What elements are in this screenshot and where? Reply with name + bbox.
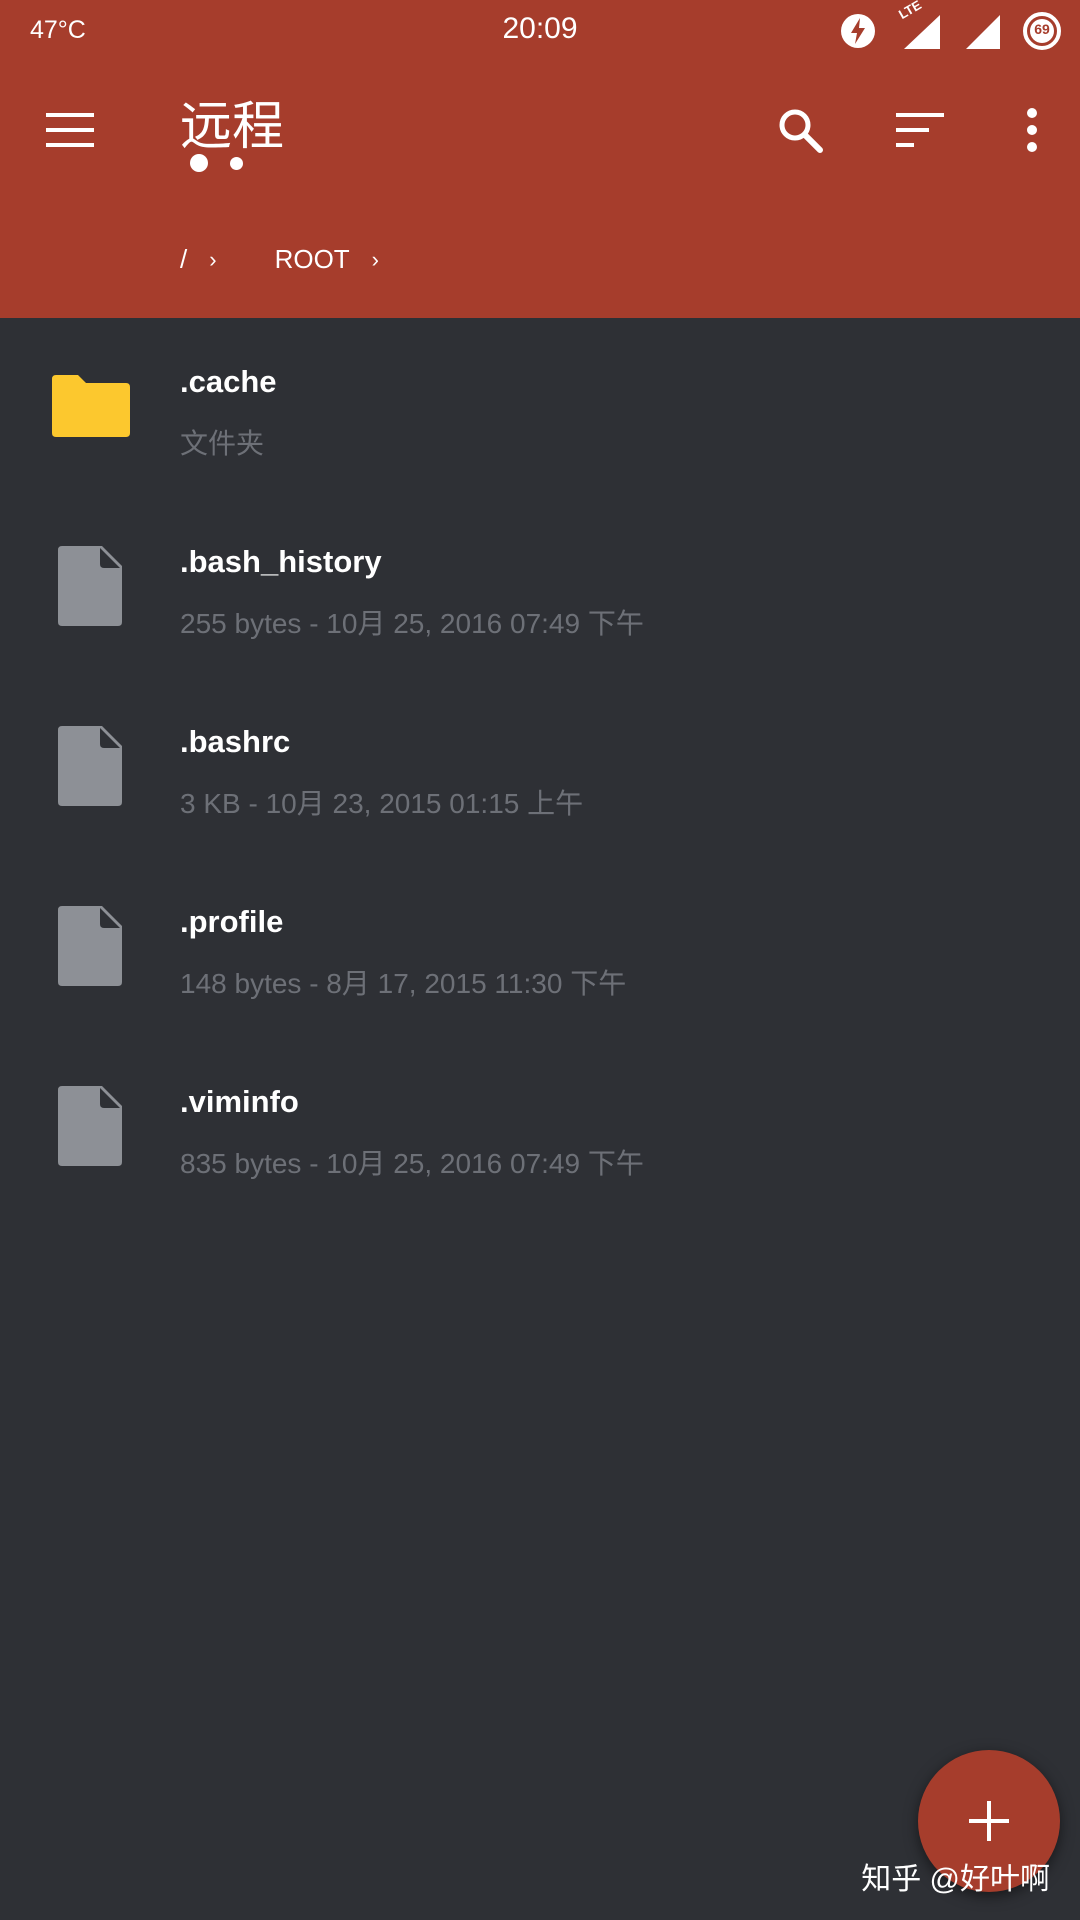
sort-icon: [896, 113, 944, 147]
battery-level: 69: [1034, 21, 1050, 37]
page-dot[interactable]: [230, 156, 243, 170]
list-item[interactable]: .profile 148 bytes - 8月 17, 2015 11:30 下…: [0, 858, 1080, 1038]
page-title: 远程: [180, 98, 285, 156]
more-vert-icon: [1027, 108, 1037, 152]
file-name: .viminfo: [180, 1084, 299, 1119]
file-list: .cache 文件夹 .bash_history 255 bytes - 10月…: [0, 318, 1080, 1218]
chevron-right-icon: ›: [209, 246, 217, 272]
list-item[interactable]: .bashrc 3 KB - 10月 23, 2015 01:15 上午: [0, 678, 1080, 858]
file-meta: 148 bytes - 8月 17, 2015 11:30 下午: [180, 968, 627, 999]
more-options-button[interactable]: [1000, 98, 1064, 162]
file-name: .bashrc: [180, 724, 291, 759]
breadcrumb-root-slash[interactable]: / ›: [180, 244, 217, 275]
menu-button[interactable]: [36, 100, 104, 160]
search-button[interactable]: [768, 98, 832, 162]
sort-button[interactable]: [888, 98, 952, 162]
app-bar: 47°C 20:09 LTE 69 远程 / › ROOT ›: [0, 0, 1080, 318]
file-name: .bash_history: [180, 544, 382, 579]
add-icon: [969, 1801, 1009, 1841]
file-meta: 255 bytes - 10月 25, 2016 07:49 下午: [180, 608, 644, 639]
folder-icon: [48, 364, 132, 448]
list-item[interactable]: .cache 文件夹: [0, 318, 1080, 498]
list-item[interactable]: .bash_history 255 bytes - 10月 25, 2016 0…: [0, 498, 1080, 678]
file-name: .profile: [180, 904, 284, 939]
chevron-right-icon: ›: [371, 246, 379, 272]
signal-lte-icon: LTE: [896, 0, 942, 51]
breadcrumb-root[interactable]: ROOT ›: [275, 244, 379, 275]
list-item[interactable]: .viminfo 835 bytes - 10月 25, 2016 07:49 …: [0, 1038, 1080, 1218]
battery-icon: 69: [1022, 11, 1062, 51]
menu-icon: [46, 113, 94, 147]
status-icons: LTE 69: [840, 0, 1062, 54]
file-icon: [48, 904, 132, 988]
search-icon: [779, 109, 823, 153]
file-meta: 文件夹: [180, 428, 265, 459]
watermark: 知乎 @好叶啊: [861, 1863, 1050, 1896]
signal-icon: [962, 11, 1002, 51]
file-meta: 835 bytes - 10月 25, 2016 07:49 下午: [180, 1148, 644, 1179]
file-icon: [48, 544, 132, 628]
file-icon: [48, 724, 132, 808]
file-icon: [48, 1084, 132, 1168]
page-indicator[interactable]: [190, 154, 243, 172]
breadcrumb-label: /: [180, 244, 188, 274]
flash-icon: [840, 13, 876, 49]
status-bar: 47°C 20:09 LTE 69: [0, 0, 1080, 62]
breadcrumb-label: ROOT: [274, 244, 350, 274]
page-dot-active[interactable]: [190, 154, 208, 172]
file-meta: 3 KB - 10月 23, 2015 01:15 上午: [180, 788, 584, 819]
file-name: .cache: [180, 364, 277, 399]
breadcrumb: / › ROOT ›: [180, 244, 379, 275]
